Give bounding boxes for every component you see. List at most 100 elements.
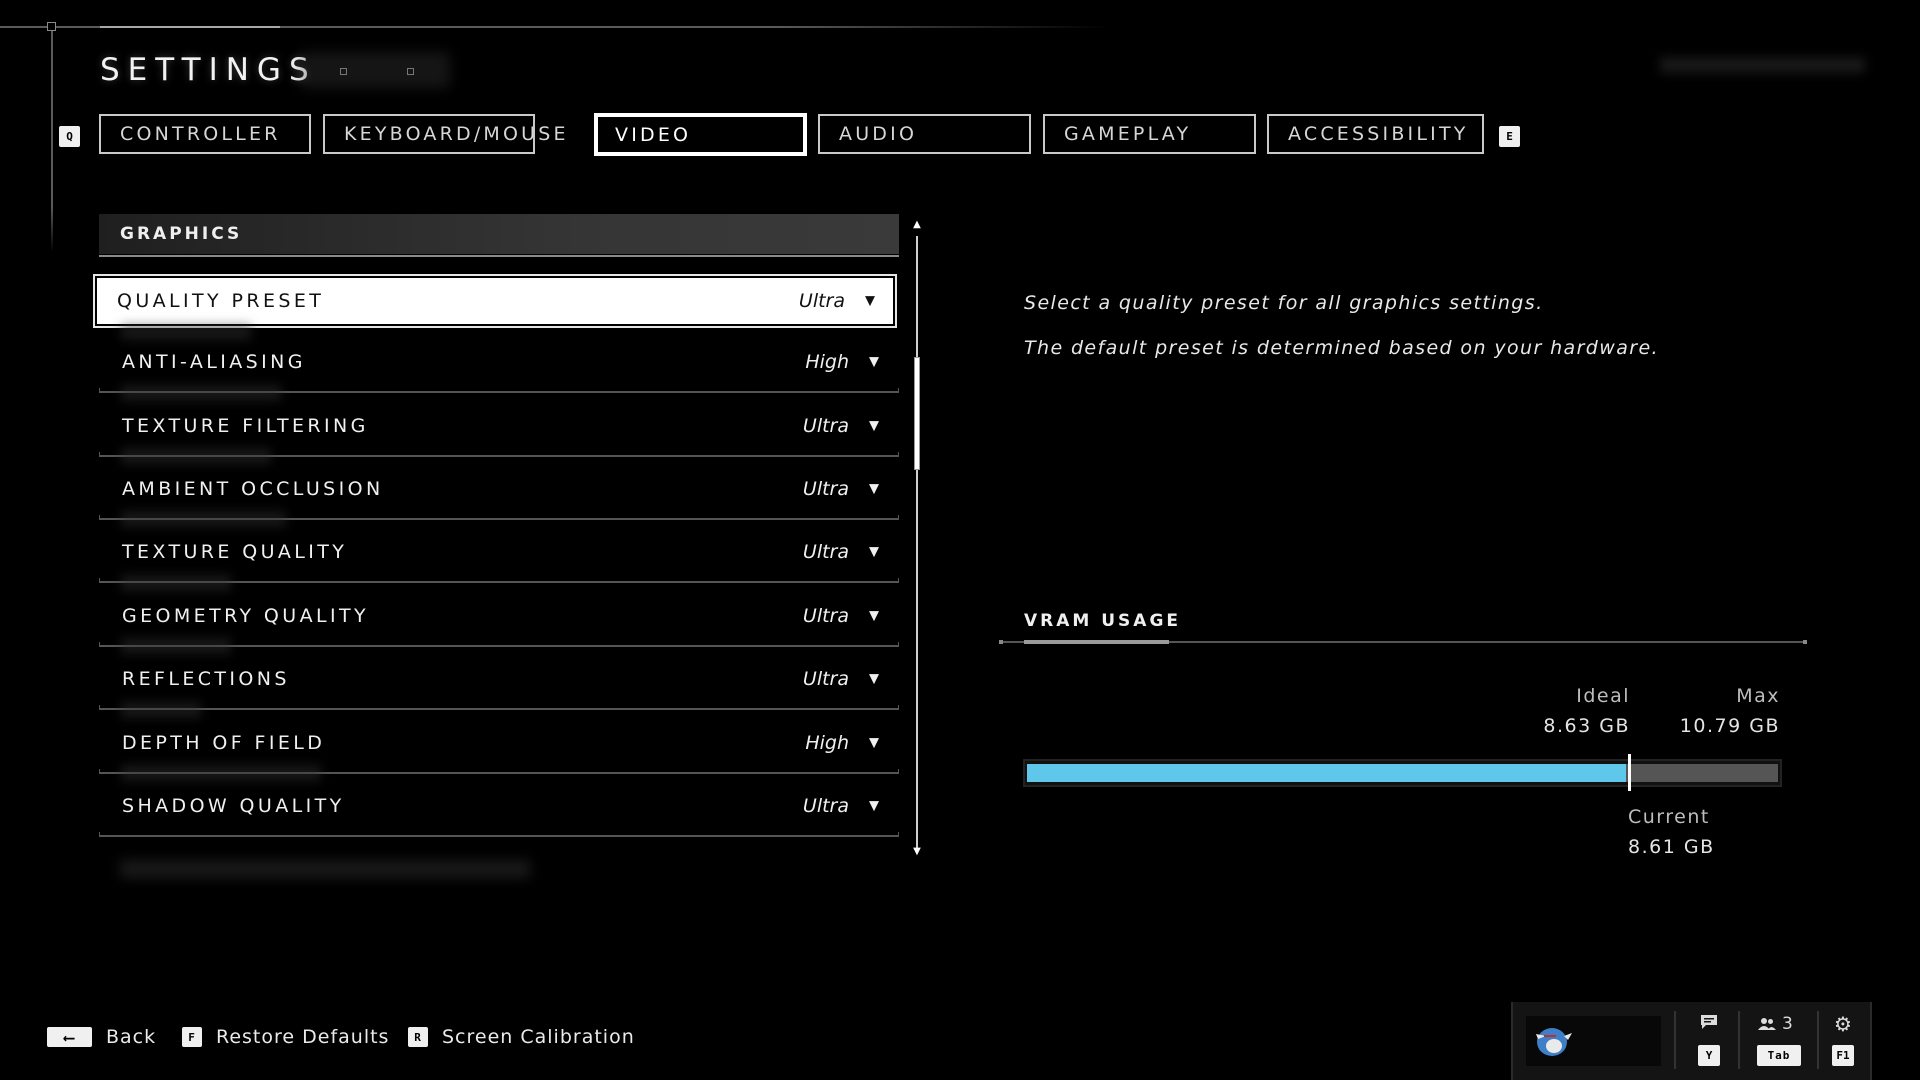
setting-label: ANTI-ALIASING <box>122 350 306 373</box>
widget-divider <box>1817 1011 1819 1069</box>
blurred-ghost-text <box>121 448 271 464</box>
setting-label: GEOMETRY QUALITY <box>122 604 369 627</box>
row-divider <box>99 705 899 710</box>
vram-divider-endpoint <box>999 640 1003 644</box>
vram-ideal-label: Ideal <box>1576 685 1630 707</box>
vram-ideal-marker <box>1628 754 1631 791</box>
blurred-ghost-text <box>121 511 286 527</box>
setting-row-texture-quality[interactable]: TEXTURE QUALITY Ultra ▼ <box>99 511 899 583</box>
avatar-icon <box>1536 1028 1572 1056</box>
setting-value: Ultra <box>802 794 849 817</box>
restore-label: Restore Defaults <box>216 1026 390 1048</box>
screen-calibration-button[interactable]: R Screen Calibration <box>408 1026 635 1048</box>
blurred-ghost-text <box>121 575 231 591</box>
party-key[interactable]: Tab <box>1757 1045 1801 1066</box>
dropdown-arrow-icon: ▼ <box>869 354 879 369</box>
party-icon <box>1758 1018 1776 1030</box>
setting-row-shadow-quality[interactable]: SHADOW QUALITY Ultra ▼ <box>99 765 899 837</box>
blurred-subtitle <box>300 52 450 88</box>
dropdown-arrow-icon: ▼ <box>865 293 875 309</box>
vram-divider-endpoint <box>1803 640 1807 644</box>
setting-row-anti-aliasing[interactable]: ANTI-ALIASING High ▼ <box>99 324 899 393</box>
settings-key[interactable]: F1 <box>1832 1045 1854 1066</box>
tab-accessibility[interactable]: ACCESSIBILITY <box>1267 114 1484 154</box>
back-arrow-icon: ⟵ <box>47 1027 92 1047</box>
vram-title: VRAM USAGE <box>1024 611 1182 631</box>
blurred-ghost-text <box>121 702 201 718</box>
tab-keyboard-mouse[interactable]: KEYBOARD/MOUSE <box>323 114 566 154</box>
blurred-top-right-text <box>1660 57 1865 73</box>
setting-label: TEXTURE FILTERING <box>122 414 369 437</box>
prev-tab-key[interactable]: Q <box>59 126 80 147</box>
frame-corner-marker <box>47 22 56 31</box>
title-marker <box>340 68 347 75</box>
section-title: GRAPHICS <box>120 224 243 244</box>
tab-gameplay[interactable]: GAMEPLAY <box>1043 114 1256 154</box>
scroll-down-arrow-icon[interactable]: ▼ <box>910 846 924 857</box>
setting-value: Ultra <box>802 414 849 437</box>
setting-label: REFLECTIONS <box>122 667 290 690</box>
chat-icon[interactable] <box>1697 1014 1721 1035</box>
setting-value: High <box>805 731 849 754</box>
vram-bar-fill <box>1027 764 1626 782</box>
scroll-up-arrow-icon[interactable]: ▲ <box>910 219 924 230</box>
page-title: SETTINGS <box>100 52 317 88</box>
dropdown-arrow-icon: ▼ <box>869 418 879 433</box>
setting-label: DEPTH OF FIELD <box>122 731 326 754</box>
section-header-graphics: GRAPHICS <box>99 214 899 254</box>
tab-audio[interactable]: AUDIO <box>818 114 1031 154</box>
setting-label: AMBIENT OCCLUSION <box>122 477 384 500</box>
setting-label: TEXTURE QUALITY <box>122 540 348 563</box>
widget-divider <box>1738 1011 1740 1069</box>
calibration-label: Screen Calibration <box>442 1026 635 1048</box>
party-count: 3 <box>1782 1014 1793 1034</box>
setting-value: Ultra <box>802 667 849 690</box>
dropdown-arrow-icon: ▼ <box>869 608 879 623</box>
player-card[interactable] <box>1526 1016 1661 1066</box>
row-divider <box>99 832 899 837</box>
vram-divider-highlight <box>1024 640 1169 644</box>
setting-value: Ultra <box>802 477 849 500</box>
dropdown-arrow-icon: ▼ <box>869 671 879 686</box>
setting-row-quality-preset[interactable]: QUALITY PRESET Ultra ▼ <box>93 274 897 328</box>
tab-controller[interactable]: CONTROLLER <box>99 114 311 154</box>
blurred-ghost-text <box>121 638 231 654</box>
setting-value: Ultra <box>802 540 849 563</box>
back-button[interactable]: ⟵ Back <box>47 1026 156 1048</box>
section-underline <box>99 255 899 257</box>
setting-label: SHADOW QUALITY <box>122 794 345 817</box>
party-button[interactable]: 3 <box>1758 1014 1804 1034</box>
description-line-1: Select a quality preset for all graphics… <box>1024 292 1544 314</box>
restore-key: F <box>182 1027 202 1047</box>
scrollbar-track[interactable] <box>916 236 918 848</box>
next-tab-key[interactable]: E <box>1499 126 1520 147</box>
back-label: Back <box>106 1026 157 1048</box>
scrollbar-thumb[interactable] <box>914 357 920 470</box>
setting-row-reflections[interactable]: REFLECTIONS Ultra ▼ <box>99 638 899 710</box>
frame-left-line <box>51 27 53 252</box>
description-line-2: The default preset is determined based o… <box>1024 337 1659 359</box>
setting-label: QUALITY PRESET <box>117 290 325 312</box>
tab-video[interactable]: VIDEO <box>594 113 807 156</box>
blurred-ghost-text <box>121 385 281 401</box>
setting-value: High <box>805 350 849 373</box>
title-marker <box>407 68 414 75</box>
blurred-ghost-text <box>121 324 251 340</box>
dropdown-arrow-icon: ▼ <box>869 481 879 496</box>
widget-divider <box>1674 1011 1676 1069</box>
vram-ideal-value: 8.63 GB <box>1543 715 1630 737</box>
vram-max-label: Max <box>1736 685 1780 707</box>
frame-top-highlight <box>100 26 280 28</box>
chat-key[interactable]: Y <box>1698 1045 1720 1066</box>
setting-value: Ultra <box>798 290 845 312</box>
dropdown-arrow-icon: ▼ <box>869 798 879 813</box>
vram-current-value: 8.61 GB <box>1628 836 1715 858</box>
blurred-ghost-text <box>120 860 530 878</box>
calibration-key: R <box>408 1027 428 1047</box>
vram-current-label: Current <box>1628 806 1710 828</box>
gear-icon[interactable]: ⚙ <box>1832 1012 1854 1036</box>
restore-defaults-button[interactable]: F Restore Defaults <box>182 1026 389 1048</box>
blurred-ghost-text <box>121 765 321 781</box>
vram-max-value: 10.79 GB <box>1679 715 1780 737</box>
dropdown-arrow-icon: ▼ <box>869 735 879 750</box>
